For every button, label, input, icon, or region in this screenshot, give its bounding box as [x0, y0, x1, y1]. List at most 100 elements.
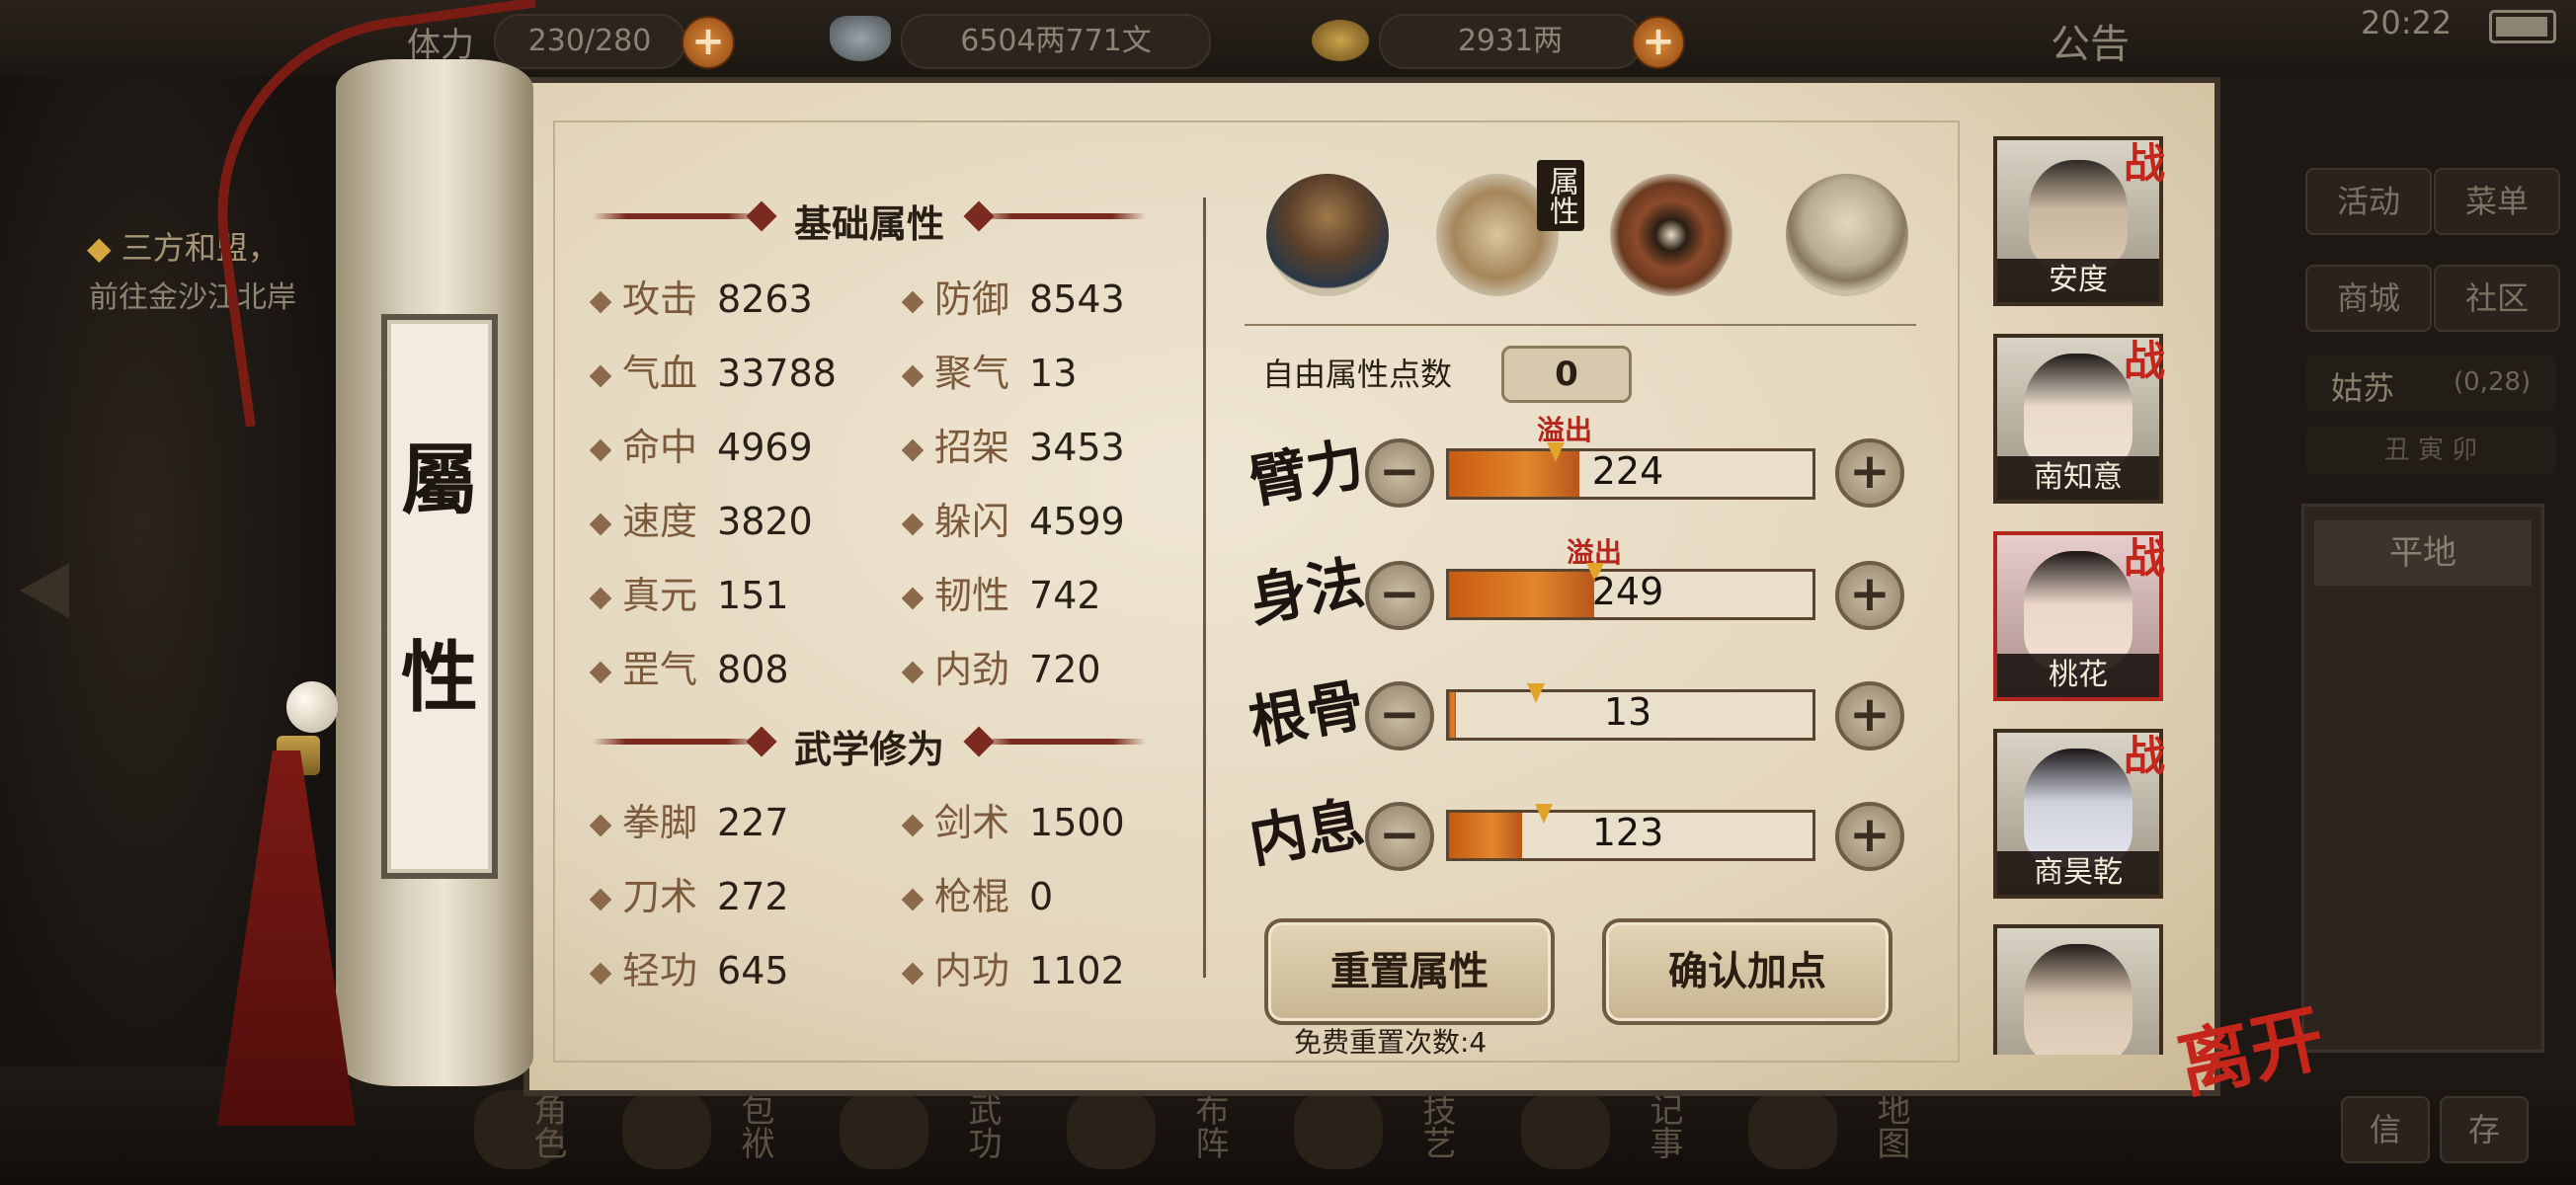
- reset-attributes-button[interactable]: 重置属性: [1264, 918, 1555, 1025]
- journal-nav-icon[interactable]: [1521, 1090, 1610, 1169]
- header-line-right: [978, 739, 1146, 745]
- location-name: 姑苏: [2331, 369, 2395, 407]
- gold-ingot-icon: [1312, 20, 1369, 61]
- add-stamina-button[interactable]: +: [682, 16, 735, 69]
- agility-plus-button[interactable]: +: [1835, 561, 1904, 630]
- free-reset-count: 免费重置次数:4: [1294, 1026, 1488, 1059]
- stat-inner-force: 内劲 720: [901, 639, 1101, 693]
- announcement-button[interactable]: 公告: [2051, 12, 2130, 69]
- map-nav-icon[interactable]: [1748, 1090, 1837, 1169]
- constitution-value: 13: [1603, 690, 1652, 734]
- letter-button[interactable]: 信: [2341, 1096, 2430, 1163]
- meridian-body-icon[interactable]: [1786, 174, 1908, 296]
- martial-title: 武学修为: [793, 728, 944, 771]
- party-member-1[interactable]: 安度 战: [1993, 136, 2165, 306]
- face-icon: [2024, 551, 2133, 670]
- strength-plus-button[interactable]: +: [1835, 438, 1904, 508]
- terrain-label: 平地: [2314, 520, 2532, 586]
- jade-bead-icon: [286, 681, 338, 733]
- member-name: 安度: [1997, 259, 2159, 302]
- member-name: 商昊乾: [1997, 851, 2159, 895]
- strength-value: 224: [1591, 449, 1664, 493]
- stat-fist: 拳脚 227: [589, 792, 789, 846]
- activity-button[interactable]: 活动: [2305, 168, 2432, 235]
- stat-hit: 命中 4969: [589, 417, 813, 471]
- nav-journal[interactable]: 记事: [1640, 1092, 1688, 1159]
- header-line-left: [593, 739, 761, 745]
- breath-plus-button[interactable]: +: [1835, 802, 1904, 871]
- stat-defense: 防御 8543: [901, 269, 1125, 323]
- location-coords: (0,28): [2454, 367, 2532, 397]
- nav-formation[interactable]: 布阵: [1185, 1092, 1234, 1159]
- battle-tag: 战: [2124, 139, 2166, 188]
- member-name: 桃花: [1997, 654, 2159, 697]
- stat-lightness: 轻功 645: [589, 940, 789, 994]
- martial-nav-icon[interactable]: [840, 1090, 928, 1169]
- party-member-2[interactable]: 南知意 战: [1993, 334, 2165, 504]
- constitution-plus-button[interactable]: +: [1835, 681, 1904, 750]
- stat-blade: 刀术 272: [589, 866, 789, 920]
- stat-spear: 枪棍 0: [901, 866, 1053, 920]
- mall-button[interactable]: 商城: [2305, 265, 2432, 332]
- basic-title: 基础属性: [793, 202, 944, 246]
- add-gold-button[interactable]: +: [1632, 16, 1685, 69]
- stat-gather-qi: 聚气 13: [901, 343, 1077, 397]
- location-panel: 姑苏 (0,28): [2305, 356, 2556, 411]
- menu-button[interactable]: 菜单: [2434, 168, 2560, 235]
- attribute-tab-label[interactable]: 属性: [1537, 160, 1584, 231]
- nav-bag[interactable]: 包袱: [731, 1092, 779, 1159]
- free-points-value: 0: [1501, 346, 1632, 403]
- header-line-right: [978, 213, 1146, 219]
- face-icon: [2024, 354, 2133, 472]
- strength-minus-button[interactable]: −: [1365, 438, 1434, 508]
- title-char-2: 性: [400, 633, 478, 723]
- stat-internal: 内功 1102: [901, 940, 1125, 994]
- minimap-panel: 平地: [2301, 504, 2544, 1053]
- nav-role[interactable]: 角色: [523, 1092, 572, 1159]
- stat-true-energy: 真元 151: [589, 565, 789, 619]
- bag-nav-icon[interactable]: [622, 1090, 711, 1169]
- bottom-nav: 角色 包袱 武功 布阵 技艺 记事 地图: [474, 1082, 2054, 1181]
- save-button[interactable]: 存: [2440, 1096, 2529, 1163]
- confirm-points-button[interactable]: 确认加点: [1602, 918, 1892, 1025]
- agility-minus-button[interactable]: −: [1365, 561, 1434, 630]
- community-button[interactable]: 社区: [2434, 265, 2560, 332]
- straw-hat-character-icon[interactable]: [1266, 174, 1389, 296]
- clock: 20:22: [2361, 4, 2453, 41]
- face-icon: [2024, 944, 2133, 1055]
- silver-value: 6504两771文: [901, 14, 1211, 69]
- constitution-minus-button[interactable]: −: [1365, 681, 1434, 750]
- avatar[interactable]: [1993, 924, 2163, 1055]
- battle-tag: 战: [2124, 732, 2166, 780]
- stat-gang-qi: 罡气 808: [589, 639, 789, 693]
- strength-overflow: 溢出: [1537, 414, 1593, 446]
- title-plaque: 屬 性: [381, 314, 498, 879]
- stat-dodge: 躲闪 4599: [901, 491, 1125, 545]
- breath-minus-button[interactable]: −: [1365, 802, 1434, 871]
- battle-tag: 战: [2124, 534, 2166, 583]
- mask-face-icon: [2024, 749, 2133, 867]
- nav-martial[interactable]: 武功: [958, 1092, 1006, 1159]
- header-line-left: [593, 213, 761, 219]
- stat-speed: 速度 3820: [589, 491, 813, 545]
- nav-skill[interactable]: 技艺: [1412, 1092, 1461, 1159]
- party-member-4[interactable]: 商昊乾 战: [1993, 729, 2165, 899]
- bagua-icon[interactable]: [1610, 174, 1732, 296]
- member-name: 南知意: [1997, 456, 2159, 500]
- stat-parry: 招架 3453: [901, 417, 1125, 471]
- party-member-5[interactable]: [1993, 924, 2163, 1055]
- stat-sword: 剑术 1500: [901, 792, 1125, 846]
- agility-value: 249: [1591, 570, 1664, 613]
- skill-nav-icon[interactable]: [1294, 1090, 1383, 1169]
- face-icon: [2029, 160, 2128, 269]
- time-of-day: 丑 寅 卯: [2305, 427, 2556, 474]
- nav-map[interactable]: 地图: [1867, 1092, 1915, 1159]
- formation-nav-icon[interactable]: [1067, 1090, 1156, 1169]
- free-points-label: 自由属性点数: [1262, 356, 1453, 393]
- breath-value: 123: [1591, 811, 1664, 854]
- stat-hp: 气血 33788: [589, 343, 837, 397]
- party-member-3[interactable]: 桃花 战: [1993, 531, 2165, 701]
- battery-icon: [2489, 10, 2556, 43]
- silver-icon: [830, 16, 891, 61]
- column-divider: [1203, 198, 1206, 978]
